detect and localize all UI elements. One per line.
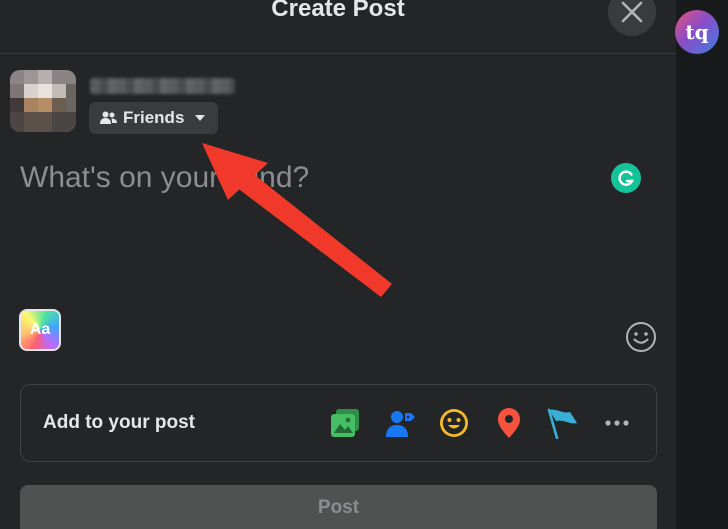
caret-down-icon (195, 115, 206, 121)
feeling-activity-button[interactable] (436, 405, 472, 441)
photo-video-button[interactable] (327, 405, 363, 441)
avatar[interactable] (10, 70, 76, 132)
text-format-label: Aa (29, 321, 51, 338)
audience-selector-button[interactable]: Friends (89, 102, 218, 134)
grammarly-icon[interactable] (611, 163, 641, 193)
life-event-button[interactable] (544, 405, 580, 441)
emoji-button[interactable] (625, 321, 657, 353)
check-in-icon (498, 408, 520, 438)
text-background-button[interactable]: Aa (19, 309, 61, 351)
friends-icon (100, 111, 117, 124)
life-event-flag-icon (547, 408, 577, 439)
check-in-button[interactable] (491, 405, 527, 441)
background-page (676, 0, 728, 529)
close-icon (621, 1, 643, 23)
tag-people-icon (386, 411, 415, 437)
more-icon (605, 420, 629, 426)
audience-label: Friends (123, 108, 185, 127)
author-name-redacted (90, 78, 235, 94)
photo-video-icon (331, 409, 359, 437)
post-button[interactable]: Post (20, 485, 657, 529)
dialog-title: Create Post (271, 0, 405, 22)
feeling-activity-icon (440, 409, 468, 437)
add-to-post-panel: Add to your post (20, 384, 657, 462)
tq-watermark-logo: tq (675, 10, 719, 54)
add-to-post-label: Add to your post (43, 412, 195, 433)
create-post-dialog: Create Post Friends What's on your mind?… (0, 0, 676, 529)
dialog-header: Create Post (0, 0, 676, 54)
close-button[interactable] (608, 0, 656, 36)
more-options-button[interactable] (599, 405, 635, 441)
post-text-input[interactable] (20, 156, 580, 200)
smiley-icon (626, 322, 656, 352)
watermark-text: tq (685, 20, 709, 44)
tag-people-button[interactable] (382, 405, 418, 441)
